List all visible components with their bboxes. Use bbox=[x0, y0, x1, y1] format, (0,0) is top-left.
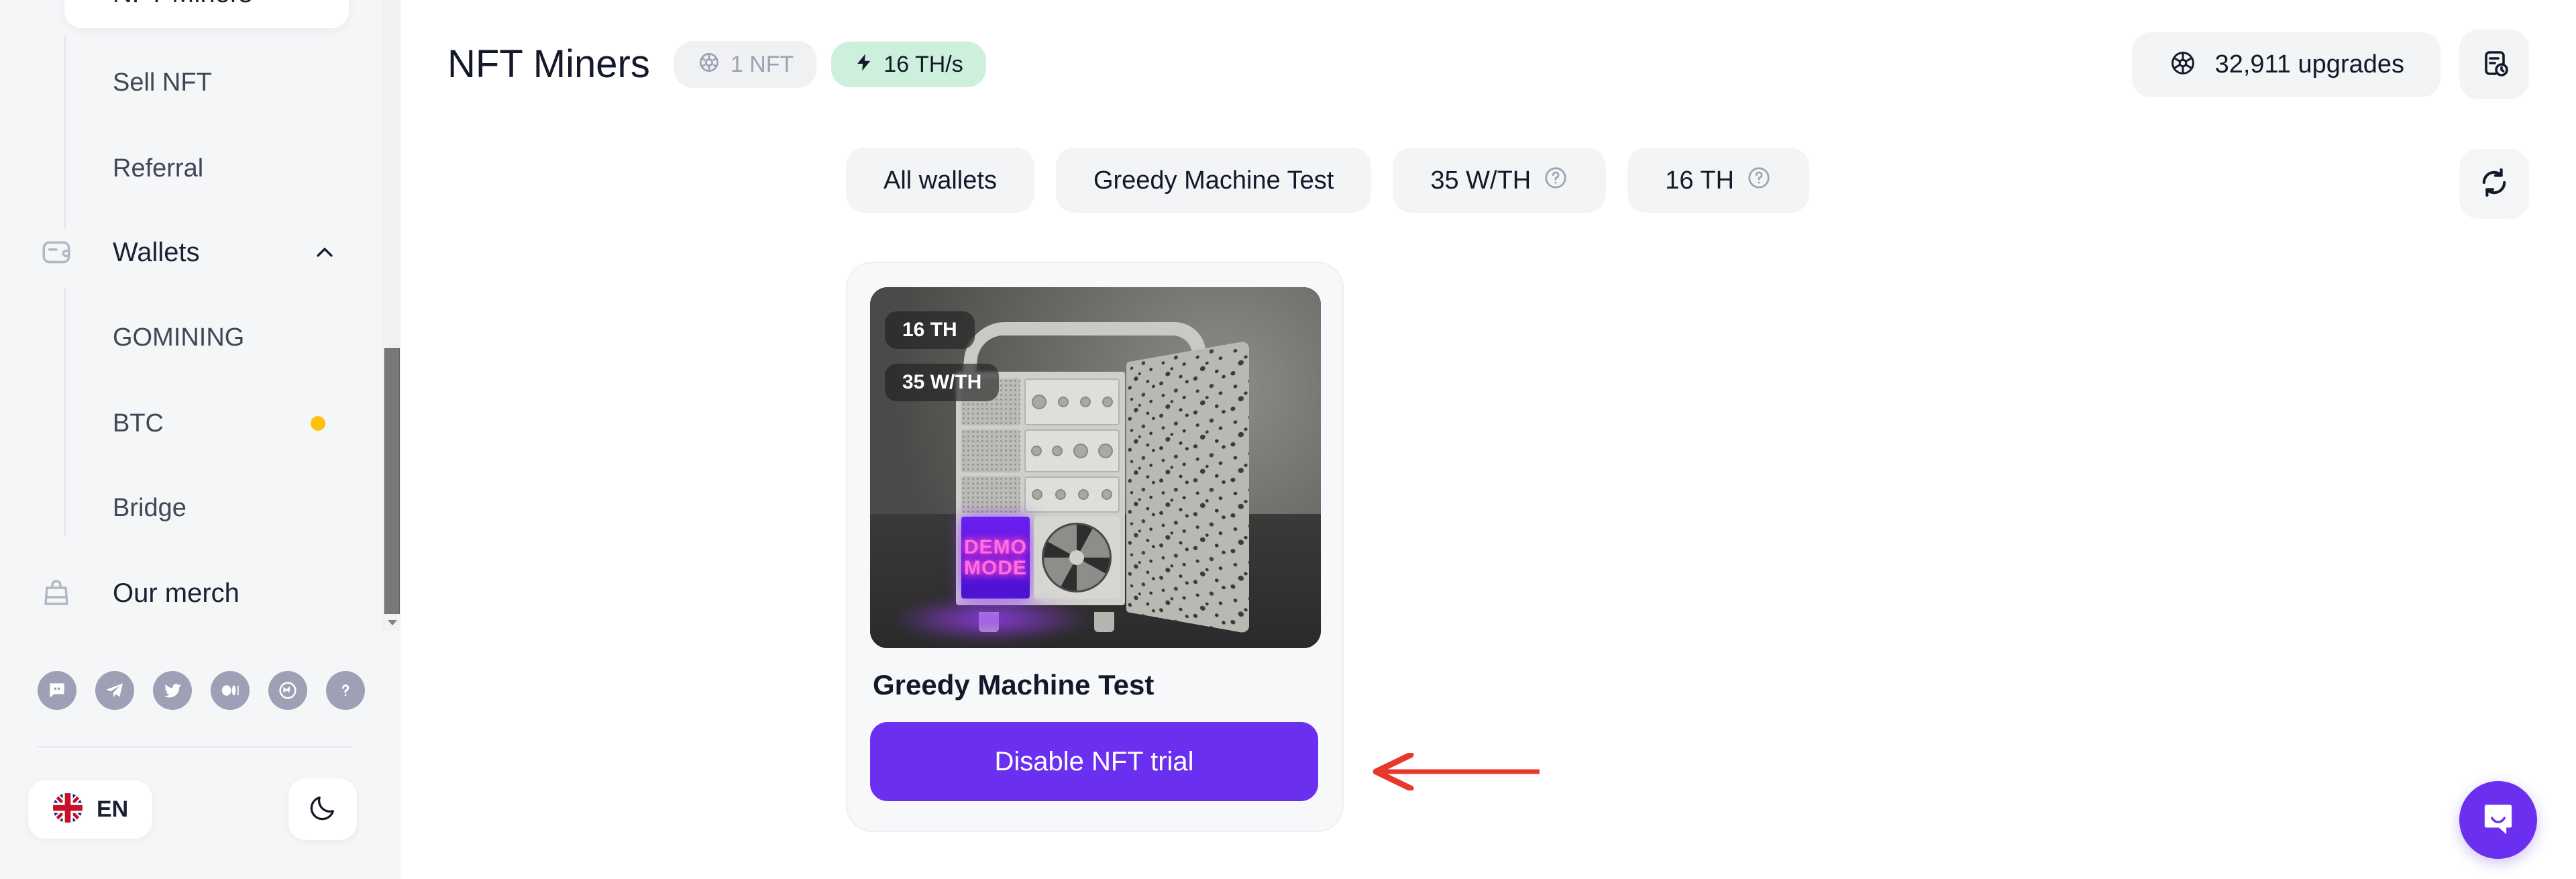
sidebar-footer: EN bbox=[28, 778, 357, 840]
miner-fan bbox=[1034, 517, 1120, 599]
discord-icon[interactable] bbox=[38, 671, 76, 710]
history-button[interactable] bbox=[2459, 30, 2529, 99]
page-title: NFT Miners bbox=[447, 42, 650, 86]
filter-label: 16 TH bbox=[1665, 166, 1735, 195]
filter-efficiency[interactable]: 35 W/TH bbox=[1393, 148, 1607, 213]
sidebar-divider bbox=[38, 746, 353, 747]
sidebar-scrollbar[interactable] bbox=[382, 0, 401, 631]
nft-count-label: 1 NFT bbox=[730, 52, 794, 77]
help-circle-icon[interactable] bbox=[1543, 165, 1568, 195]
miner-front-panel: DEMO MODE bbox=[956, 372, 1125, 605]
miner-speaker-grille-lower bbox=[961, 429, 1020, 473]
hashrate-label: 16 TH/s bbox=[883, 52, 963, 77]
hashrate-chip: 16 TH/s bbox=[831, 42, 986, 87]
sidebar-item-label: Our merch bbox=[113, 578, 239, 608]
sidebar: NFT Miners Sell NFT Referral Wallets bbox=[0, 0, 401, 879]
nft-count-chip: 1 NFT bbox=[674, 41, 817, 88]
refresh-icon bbox=[2477, 165, 2512, 203]
medium-icon[interactable] bbox=[211, 671, 250, 710]
upgrades-button[interactable]: 32,911 upgrades bbox=[2131, 32, 2440, 97]
language-label: EN bbox=[97, 796, 129, 822]
sidebar-scroll-area: NFT Miners Sell NFT Referral Wallets bbox=[0, 0, 382, 631]
filter-label: Greedy Machine Test bbox=[1093, 166, 1334, 195]
help-circle-icon[interactable] bbox=[1746, 165, 1772, 195]
screen-text-line-1: DEMO bbox=[964, 535, 1027, 558]
miner-display-row: DEMO MODE bbox=[961, 517, 1120, 599]
nft-image: DEMO MODE 16 TH 35 W/TH bbox=[870, 287, 1321, 648]
miner-side-panel bbox=[1126, 340, 1249, 634]
badge-hashrate: 16 TH bbox=[885, 311, 975, 349]
refresh-button[interactable] bbox=[2459, 149, 2529, 219]
moon-icon bbox=[307, 792, 338, 827]
nft-wheel-icon bbox=[697, 50, 721, 79]
page-header: NFT Miners 1 NFT 16 TH/s 32,911 upgrades bbox=[447, 30, 2529, 99]
sidebar-item-btc[interactable]: BTC bbox=[113, 411, 164, 436]
main-content: NFT Miners 1 NFT 16 TH/s 32,911 upgrades… bbox=[400, 0, 2576, 879]
wallet-icon bbox=[38, 234, 75, 271]
twitter-icon[interactable] bbox=[153, 671, 192, 710]
sidebar-scrollbar-thumb[interactable] bbox=[384, 348, 400, 615]
intercom-launcher[interactable] bbox=[2459, 781, 2537, 859]
uk-flag-icon bbox=[52, 792, 83, 827]
upgrades-label: 32,911 upgrades bbox=[2214, 50, 2404, 79]
miner-slider-panel bbox=[1024, 476, 1120, 513]
sidebar-item-sell-nft[interactable]: Sell NFT bbox=[113, 70, 212, 95]
miner-dial-row bbox=[961, 429, 1120, 473]
coinmarketcap-icon[interactable] bbox=[268, 671, 307, 710]
miner-knob-panel bbox=[1024, 378, 1120, 425]
theme-toggle-button[interactable] bbox=[288, 778, 357, 840]
sidebar-group-line bbox=[64, 35, 66, 229]
language-selector[interactable]: EN bbox=[28, 780, 153, 839]
sidebar-item-bridge[interactable]: Bridge bbox=[113, 495, 186, 521]
filter-all-wallets[interactable]: All wallets bbox=[846, 148, 1034, 213]
header-actions: 32,911 upgrades bbox=[2131, 30, 2529, 99]
screen-text-line-2: MODE bbox=[964, 557, 1027, 579]
help-icon[interactable] bbox=[326, 671, 365, 710]
filter-hashrate[interactable]: 16 TH bbox=[1627, 148, 1810, 213]
social-links bbox=[38, 671, 365, 710]
disable-nft-trial-button[interactable]: Disable NFT trial bbox=[870, 722, 1318, 801]
miner-dial-panel bbox=[1024, 429, 1120, 473]
status-badge-btc bbox=[311, 416, 325, 431]
scrollbar-arrow-down-icon[interactable] bbox=[383, 614, 401, 631]
lightning-bolt-icon bbox=[854, 51, 874, 78]
nft-card[interactable]: DEMO MODE 16 TH 35 W/TH Greedy Machine T… bbox=[846, 262, 1344, 832]
red-arrow-annotation bbox=[1373, 753, 1540, 790]
sidebar-item-our-merch[interactable]: Our merch bbox=[38, 574, 339, 612]
telegram-icon[interactable] bbox=[95, 671, 134, 710]
sidebar-group-label: Wallets bbox=[113, 238, 200, 267]
sidebar-item-referral[interactable]: Referral bbox=[113, 156, 203, 181]
sidebar-group-wallets[interactable]: Wallets bbox=[38, 234, 339, 271]
filter-greedy-machine-test[interactable]: Greedy Machine Test bbox=[1055, 148, 1372, 213]
miner-slider-row bbox=[961, 476, 1120, 513]
nft-wheel-icon bbox=[2168, 48, 2198, 81]
chevron-up-icon[interactable] bbox=[310, 238, 339, 267]
filter-bar: All wallets Greedy Machine Test 35 W/TH … bbox=[846, 148, 1810, 213]
document-clock-icon bbox=[2478, 47, 2510, 83]
sidebar-item-label: NFT Miners bbox=[113, 0, 252, 7]
nft-image-glow bbox=[890, 596, 1091, 643]
sidebar-wallets-line bbox=[64, 289, 66, 537]
miner-speaker-grille-bottom bbox=[961, 476, 1020, 513]
sidebar-item-gomining[interactable]: GOMINING bbox=[113, 325, 244, 350]
app-root: NFT Miners Sell NFT Referral Wallets bbox=[0, 0, 2576, 879]
badge-efficiency: 35 W/TH bbox=[885, 364, 1000, 401]
miner-demo-screen: DEMO MODE bbox=[961, 517, 1030, 599]
filter-label: 35 W/TH bbox=[1430, 166, 1532, 195]
sidebar-item-nft-miners[interactable]: NFT Miners bbox=[64, 0, 349, 28]
chat-bubble-icon bbox=[2477, 798, 2519, 843]
filter-label: All wallets bbox=[883, 166, 997, 195]
shopping-bag-icon bbox=[38, 574, 75, 612]
nft-card-title: Greedy Machine Test bbox=[873, 669, 1155, 701]
